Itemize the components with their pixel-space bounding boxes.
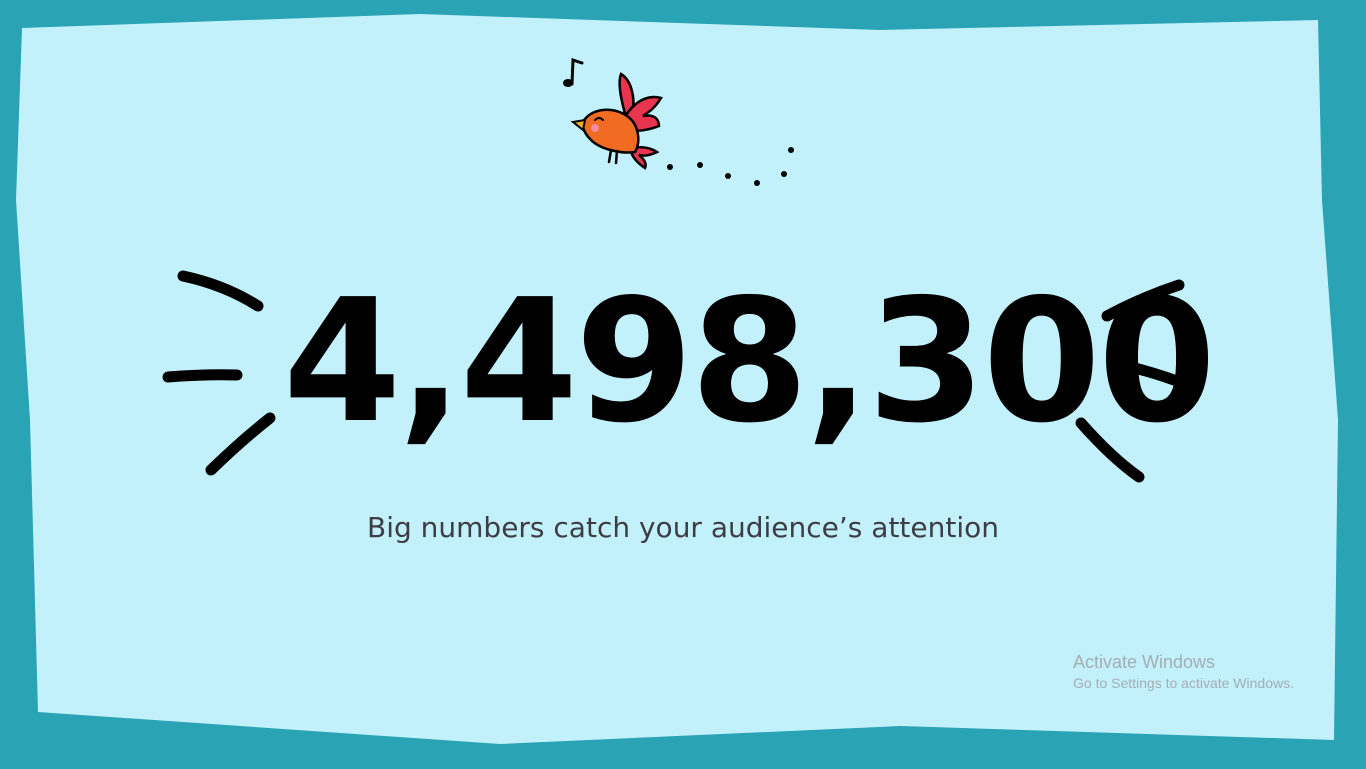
watermark-title: Activate Windows [1073,652,1216,672]
left-stroke-middle [162,369,243,383]
left-stroke-top [177,270,264,312]
activate-windows-watermark: Activate Windows Go to Settings to activ… [1073,651,1343,697]
watermark-message: Go to Settings to activate Windows. [1073,675,1294,691]
slide-subtitle: Big numbers catch your audience’s attent… [366,511,1000,544]
big-number-headline: 4,498,300 [283,263,1216,461]
presentation-slide: 4,498,300 Big numbers catch your audienc… [0,0,1366,769]
left-stroke-bottom [205,412,276,476]
